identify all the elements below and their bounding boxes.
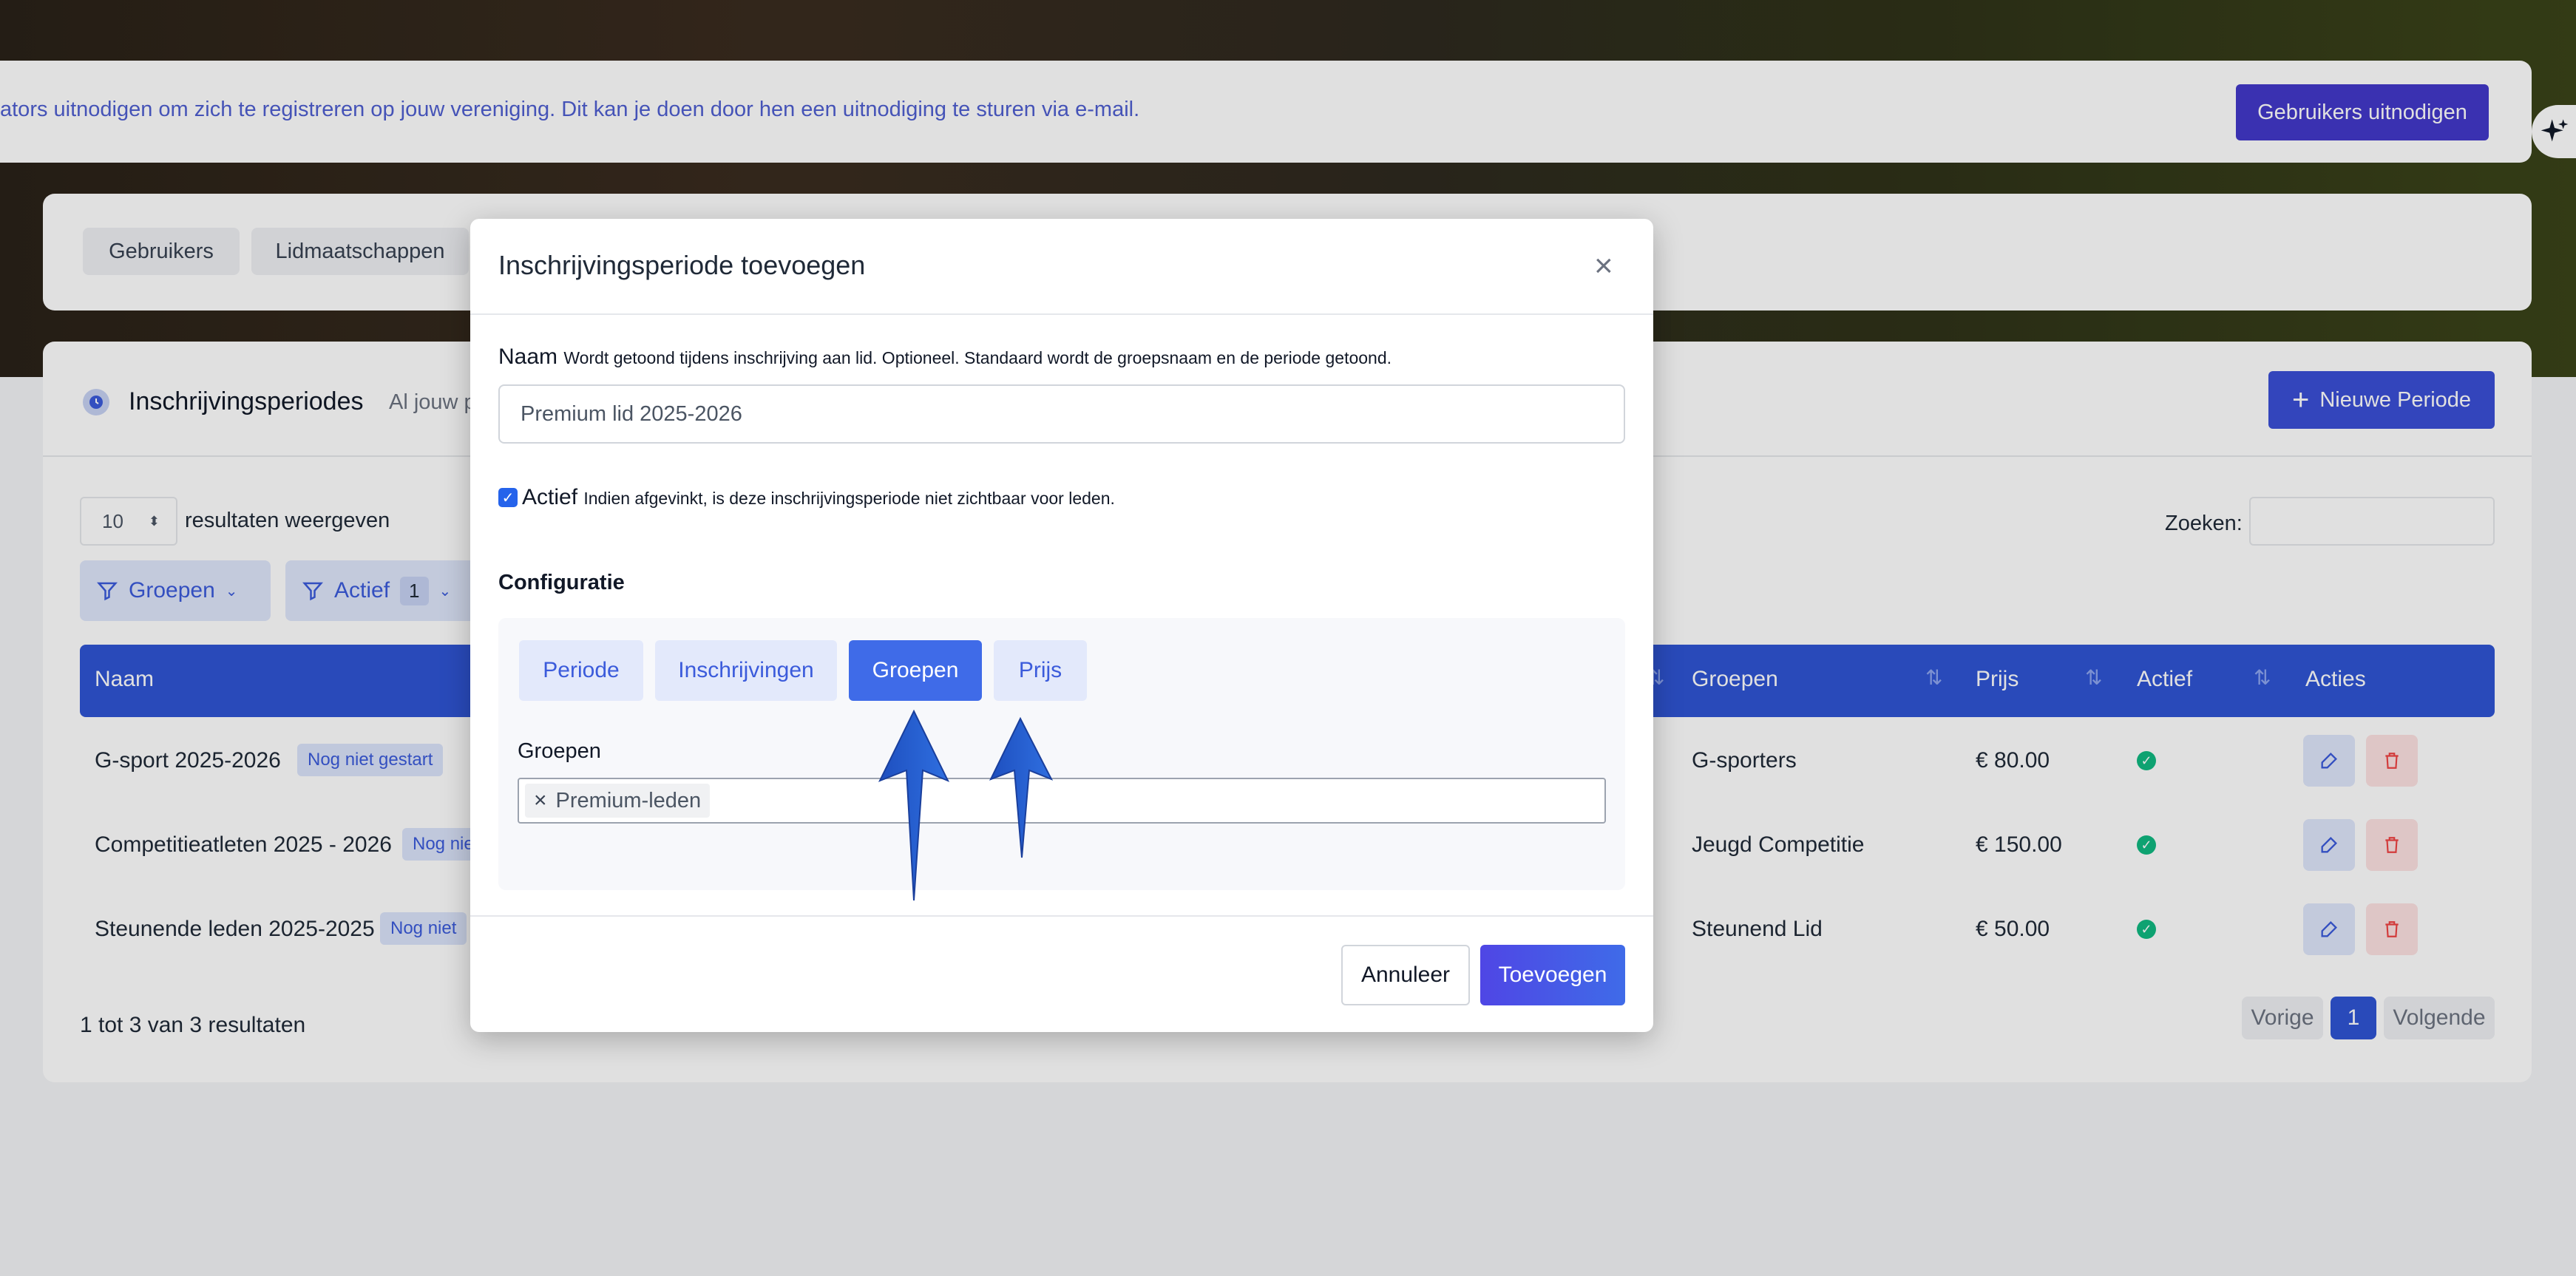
active-help: Indien afgevinkt, is deze inschrijvingsp…: [583, 489, 1115, 508]
group-tag: × Premium-leden: [525, 784, 711, 818]
close-icon[interactable]: ×: [1594, 250, 1613, 282]
active-checkbox[interactable]: ✓: [498, 488, 518, 507]
name-field-label: Naam Wordt getoond tijdens inschrijving …: [498, 345, 1392, 370]
tab-periode[interactable]: Periode: [519, 640, 643, 701]
modal-header-divider: [470, 313, 1653, 315]
remove-tag-icon[interactable]: ×: [534, 788, 547, 813]
group-tag-label: Premium-leden: [555, 788, 702, 812]
active-field-label: Actief Indien afgevinkt, is deze inschri…: [522, 485, 1115, 510]
tab-groepen[interactable]: Groepen: [849, 640, 982, 701]
cancel-button[interactable]: Annuleer: [1341, 945, 1470, 1005]
groups-label: Groepen: [518, 739, 601, 763]
name-label: Naam: [498, 345, 558, 369]
config-panel: Periode Inschrijvingen Groepen Prijs Gro…: [498, 618, 1625, 890]
name-input[interactable]: Premium lid 2025-2026: [498, 384, 1625, 444]
config-title: Configuratie: [498, 571, 625, 594]
submit-button[interactable]: Toevoegen: [1480, 945, 1625, 1005]
add-period-modal: Inschrijvingsperiode toevoegen × Naam Wo…: [470, 219, 1653, 1032]
groups-multiselect[interactable]: × Premium-leden: [518, 778, 1606, 824]
annotation-arrow-up-icon: [989, 716, 1054, 858]
page: ators uitnodigen om zich te registreren …: [0, 0, 2576, 1276]
modal-title: Inschrijvingsperiode toevoegen: [498, 250, 866, 280]
active-label: Actief: [522, 485, 578, 509]
name-help: Wordt getoond tijdens inschrijving aan l…: [563, 348, 1392, 367]
modal-footer-divider: [470, 915, 1653, 917]
annotation-arrow-up-icon: [878, 709, 950, 901]
tab-prijs[interactable]: Prijs: [994, 640, 1087, 701]
tab-inschrijvingen[interactable]: Inschrijvingen: [655, 640, 837, 701]
